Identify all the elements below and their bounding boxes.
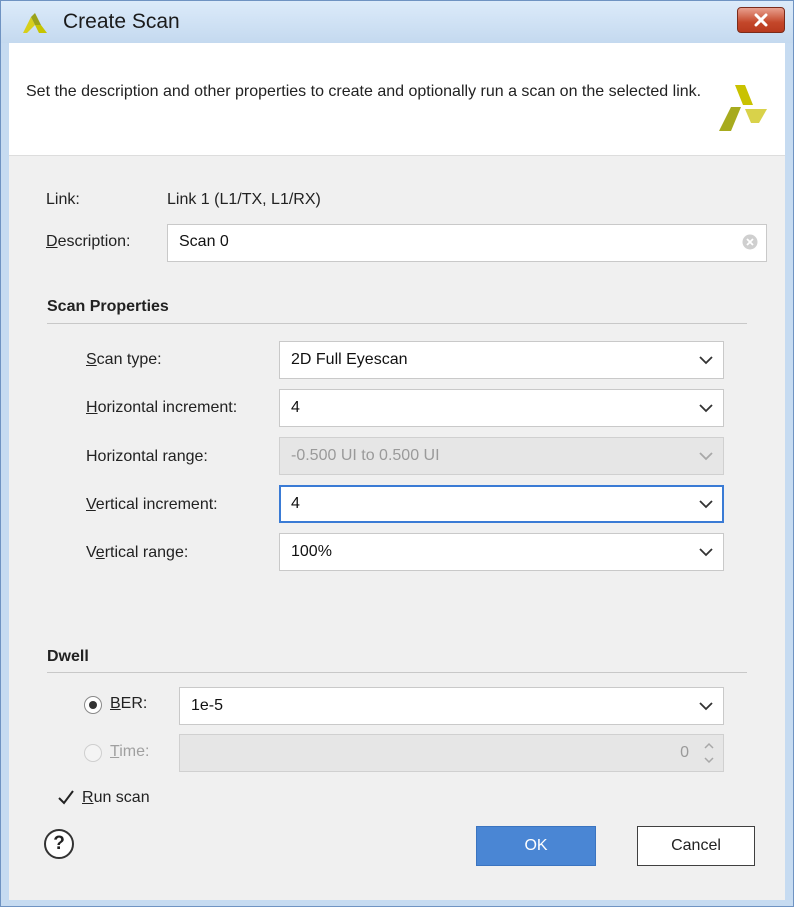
dwell-heading: Dwell xyxy=(47,648,89,665)
horizontal-increment-select[interactable]: 4 xyxy=(279,389,724,427)
horizontal-range-select: -0.500 UI to 0.500 UI xyxy=(279,437,724,475)
run-scan-checkbox[interactable] xyxy=(57,789,75,807)
vertical-range-label: Vertical range: xyxy=(86,544,189,561)
xilinx-logo-icon xyxy=(719,85,767,131)
ber-select[interactable]: 1e-5 xyxy=(179,687,724,725)
ok-button[interactable]: OK xyxy=(476,826,596,866)
run-scan-label[interactable]: Run scan xyxy=(82,789,150,807)
close-button[interactable] xyxy=(737,7,785,33)
scan-properties-divider xyxy=(47,323,747,324)
dialog-body: Set the description and other properties… xyxy=(9,43,785,900)
vertical-increment-label: Vertical increment: xyxy=(86,496,218,513)
chevron-down-icon xyxy=(699,548,713,557)
window-title: Create Scan xyxy=(63,10,180,33)
time-radio xyxy=(84,744,102,762)
ber-radio[interactable] xyxy=(84,696,102,714)
vertical-increment-select[interactable]: 4 xyxy=(279,485,724,523)
vertical-range-select[interactable]: 100% xyxy=(279,533,724,571)
clear-icon[interactable] xyxy=(742,234,758,250)
chevron-down-icon xyxy=(699,452,713,461)
description-value: Scan 0 xyxy=(179,233,229,250)
link-label: Link: xyxy=(46,191,80,208)
scan-type-label: Scan type: xyxy=(86,351,162,368)
spinner-down-icon xyxy=(704,757,714,764)
header-banner: Set the description and other properties… xyxy=(9,43,785,156)
horizontal-increment-label: Horizontal increment: xyxy=(86,399,238,416)
scan-properties-heading: Scan Properties xyxy=(47,298,169,315)
chevron-down-icon xyxy=(699,500,713,509)
chevron-down-icon xyxy=(699,356,713,365)
horizontal-range-label: Horizontal range: xyxy=(86,448,208,465)
link-value: Link 1 (L1/TX, L1/RX) xyxy=(167,191,321,208)
description-input[interactable]: Scan 0 xyxy=(167,224,767,262)
time-spinner: 0 xyxy=(179,734,724,772)
xilinx-logo-icon xyxy=(23,13,47,33)
cancel-button[interactable]: Cancel xyxy=(637,826,755,866)
spinner-up-icon xyxy=(704,742,714,749)
close-icon xyxy=(754,13,768,27)
chevron-down-icon xyxy=(699,404,713,413)
time-label: Time: xyxy=(110,743,150,760)
description-label: Description: xyxy=(46,233,131,250)
banner-description: Set the description and other properties… xyxy=(26,83,702,100)
help-button[interactable]: ? xyxy=(44,829,74,859)
ber-label[interactable]: BER: xyxy=(110,695,147,713)
title-bar[interactable]: Create Scan xyxy=(1,1,793,43)
chevron-down-icon xyxy=(699,702,713,711)
scan-type-select[interactable]: 2D Full Eyescan xyxy=(279,341,724,379)
dwell-divider xyxy=(47,672,747,673)
create-scan-dialog: Create Scan Set the description and othe… xyxy=(0,0,794,907)
